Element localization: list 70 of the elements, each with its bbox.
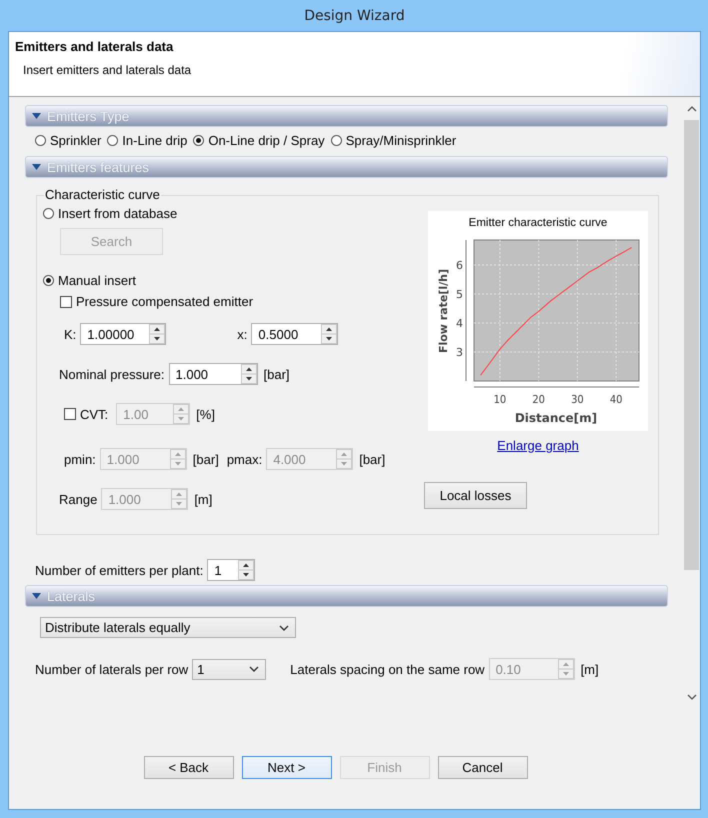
radio-option[interactable]: On-Line drip / Spray bbox=[193, 133, 325, 148]
spinner-arrows-icon[interactable] bbox=[149, 324, 166, 344]
spin-field[interactable]: 0.5000 bbox=[251, 323, 338, 345]
wizard-button[interactable]: Next > bbox=[242, 756, 332, 778]
y-axis-title: Flow rate[l/h] bbox=[437, 268, 450, 354]
spin-field[interactable]: 1.00000 bbox=[80, 323, 166, 345]
radio-button[interactable] bbox=[43, 275, 54, 286]
expand-triangle-icon bbox=[32, 113, 41, 119]
radio-option[interactable]: Spray/Minisprinkler bbox=[330, 133, 456, 148]
section-title: Laterals bbox=[47, 588, 96, 604]
radio-option[interactable]: Insert from database bbox=[43, 206, 178, 221]
y-tick-label: 4 bbox=[456, 316, 463, 330]
spinner-arrows-icon[interactable] bbox=[240, 364, 256, 384]
radio-button[interactable] bbox=[35, 135, 46, 146]
field-label: Laterals spacing on the same row bbox=[290, 662, 485, 676]
y-tick-label: 6 bbox=[456, 258, 463, 272]
wizard-button[interactable]: < Back bbox=[144, 756, 234, 778]
scroll-down-icon[interactable] bbox=[686, 694, 697, 700]
unit-label: [bar] bbox=[192, 452, 219, 466]
chevron-down-icon bbox=[279, 624, 289, 630]
unit-label: [m] bbox=[194, 492, 212, 506]
unit-label: [bar] bbox=[359, 452, 386, 466]
distribution-dropdown[interactable]: Distribute laterals equally bbox=[40, 617, 296, 638]
x-tick-label: 20 bbox=[532, 393, 545, 406]
field-label: Range bbox=[59, 492, 98, 506]
radio-button[interactable] bbox=[330, 135, 342, 146]
laterals-per-row-dropdown[interactable]: 1 bbox=[192, 658, 266, 680]
field-label: pmin: bbox=[64, 452, 96, 466]
radio-option[interactable]: Sprinkler bbox=[35, 133, 102, 148]
local-losses-button[interactable]: Local losses bbox=[424, 482, 527, 509]
field-label: Number of laterals per row bbox=[35, 662, 188, 676]
expand-triangle-icon bbox=[32, 593, 41, 599]
wizard-button[interactable]: Cancel bbox=[438, 756, 528, 778]
page-subtitle: Insert emitters and laterals data bbox=[23, 63, 192, 77]
section-title: Emitters Type bbox=[47, 108, 130, 124]
spin-field[interactable]: 1 bbox=[207, 559, 256, 581]
spin-field[interactable]: 1.000 bbox=[168, 363, 258, 385]
unit-label: [bar] bbox=[264, 366, 290, 382]
expand-triangle-icon bbox=[32, 164, 41, 170]
x-axis-title: Distance[m] bbox=[514, 411, 598, 425]
field-label: pmax: bbox=[226, 452, 262, 466]
radio-button[interactable] bbox=[43, 208, 54, 219]
checkbox[interactable] bbox=[60, 296, 72, 308]
chart-title: Emitter characteristic curve bbox=[468, 217, 608, 229]
window-title: Design Wizard bbox=[304, 8, 405, 24]
unit-label: [m] bbox=[580, 662, 599, 676]
group-title: Characteristic curve bbox=[44, 187, 161, 202]
field-label: K: bbox=[64, 326, 76, 342]
x-tick-label: 30 bbox=[571, 393, 584, 406]
checkbox-option[interactable]: Pressure compensated emitter bbox=[60, 294, 254, 309]
radio-option[interactable]: In-Line drip bbox=[107, 133, 188, 148]
y-tick-label: 3 bbox=[456, 346, 463, 359]
x-tick-label: 10 bbox=[494, 393, 506, 406]
enlarge-graph-link[interactable]: Enlarge graph bbox=[497, 438, 579, 453]
spinner-arrows-icon[interactable] bbox=[321, 324, 338, 344]
spinner-arrows-icon[interactable] bbox=[238, 560, 254, 580]
field-label: Nominal pressure: bbox=[59, 366, 164, 382]
radio-button[interactable] bbox=[193, 135, 204, 146]
radio-option[interactable]: Manual insert bbox=[43, 273, 136, 288]
page-title: Emitters and laterals data bbox=[15, 39, 174, 54]
unit-label: [%] bbox=[196, 406, 215, 422]
scrollbar-thumb[interactable] bbox=[684, 120, 700, 570]
x-tick-label: 40 bbox=[610, 393, 622, 406]
chevron-down-icon bbox=[249, 666, 260, 672]
field-label: x: bbox=[237, 326, 248, 342]
y-tick-label: 5 bbox=[456, 288, 463, 301]
field-label: Number of emitters per plant: bbox=[35, 562, 204, 578]
radio-button[interactable] bbox=[107, 135, 118, 146]
section-title: Emitters features bbox=[47, 160, 150, 174]
scroll-up-icon[interactable] bbox=[686, 106, 697, 112]
